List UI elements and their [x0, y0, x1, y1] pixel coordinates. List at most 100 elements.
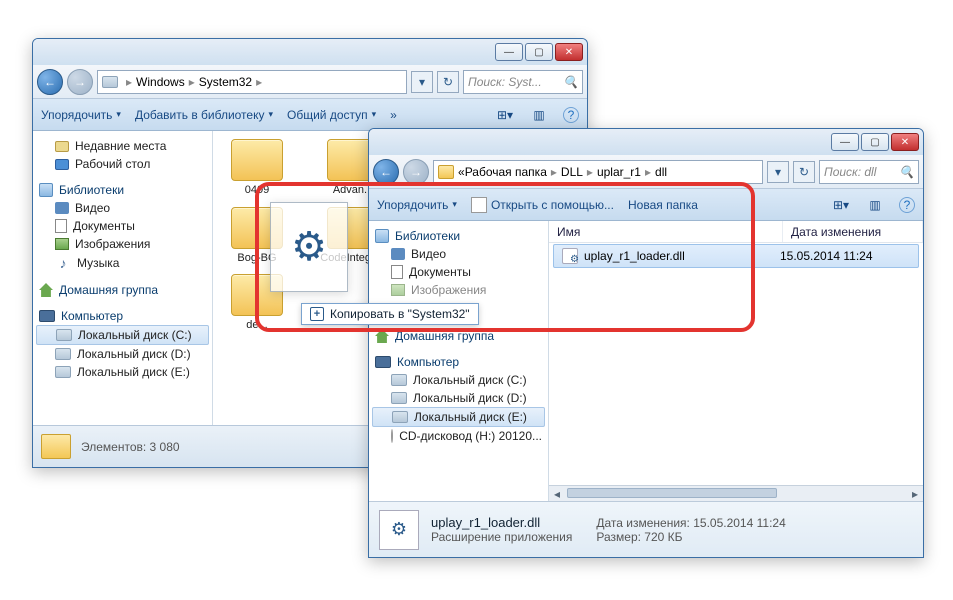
sidebar-group-homegroup[interactable]: Домашняя группа: [369, 327, 548, 345]
breadcrumb[interactable]: Рабочая папка: [465, 165, 547, 179]
share-button[interactable]: Общий доступ▾: [287, 108, 376, 122]
address-dropdown-button[interactable]: ▾: [411, 71, 433, 93]
details-date: 15.05.2014 11:24: [693, 516, 786, 530]
file-row[interactable]: uplay_r1_loader.dll 15.05.2014 11:24: [553, 244, 919, 268]
recent-icon: [55, 141, 69, 152]
open-with-icon: [471, 197, 487, 213]
organize-button[interactable]: Упорядочить▾: [41, 108, 121, 122]
cd-icon: [391, 429, 393, 443]
breadcrumb[interactable]: System32: [199, 75, 252, 89]
sidebar-item-music[interactable]: ♪Музыка: [33, 253, 212, 273]
details-type: Расширение приложения: [431, 530, 572, 544]
address-bar[interactable]: ▸ Windows ▸ System32 ▸: [97, 70, 407, 94]
view-mode-button[interactable]: ⊞▾: [495, 107, 515, 123]
window-close-button[interactable]: ✕: [555, 43, 583, 61]
nav-back-button[interactable]: ←: [373, 159, 399, 185]
nav-pane: Библиотеки Видео Документы Изображения ♪…: [369, 221, 549, 501]
sidebar-item-disk-d[interactable]: Локальный диск (D:): [369, 389, 548, 407]
sidebar-item-disk-c[interactable]: Локальный диск (C:): [36, 325, 209, 345]
help-button[interactable]: ?: [899, 197, 915, 213]
computer-icon: [375, 356, 391, 368]
folder-icon: [41, 434, 71, 459]
sidebar-item-pictures[interactable]: Изображения: [33, 235, 212, 253]
breadcrumb[interactable]: DLL: [561, 165, 583, 179]
sidebar-item-disk-e[interactable]: Локальный диск (E:): [33, 363, 212, 381]
nav-forward-button[interactable]: →: [403, 159, 429, 185]
chevron-down-icon: ▾: [372, 109, 377, 120]
refresh-button[interactable]: ↻: [793, 161, 815, 183]
video-icon: [55, 202, 69, 214]
column-date[interactable]: Дата изменения: [783, 221, 923, 242]
nav-back-button[interactable]: ←: [37, 69, 63, 95]
address-bar[interactable]: « Рабочая папка ▸ DLL ▸ uplar_r1 ▸ dll: [433, 160, 763, 184]
sidebar-group-homegroup[interactable]: Домашняя группа: [33, 281, 212, 299]
search-input[interactable]: Поиск: dll 🔍: [819, 160, 919, 184]
disk-icon: [55, 366, 71, 378]
new-folder-button[interactable]: Новая папка: [628, 198, 698, 212]
help-button[interactable]: ?: [563, 107, 579, 123]
chevron-down-icon: ▾: [452, 199, 457, 210]
document-icon: [55, 219, 67, 233]
drive-icon: [102, 76, 118, 88]
window-maximize-button[interactable]: ▢: [861, 133, 889, 151]
folder-item[interactable]: 0409: [221, 139, 293, 197]
sidebar-item-documents[interactable]: Документы: [369, 263, 548, 281]
sidebar-item-cd-drive[interactable]: CD-дисковод (H:) 20120...: [369, 427, 548, 445]
titlebar[interactable]: — ▢ ✕: [33, 39, 587, 65]
sidebar-group-libraries[interactable]: Библиотеки: [369, 227, 548, 245]
window-minimize-button[interactable]: —: [831, 133, 859, 151]
sidebar-group-computer[interactable]: Компьютер: [33, 307, 212, 325]
window-minimize-button[interactable]: —: [495, 43, 523, 61]
chevron-down-icon: ▾: [268, 109, 273, 120]
refresh-button[interactable]: ↻: [437, 71, 459, 93]
nav-forward-button[interactable]: →: [67, 69, 93, 95]
scrollbar-thumb[interactable]: [567, 488, 777, 498]
pictures-icon: [55, 238, 69, 250]
plus-icon: +: [310, 307, 324, 321]
details-size: 720 КБ: [644, 530, 682, 544]
open-with-button[interactable]: Открыть с помощью...: [471, 197, 614, 213]
preview-pane-button[interactable]: ▥: [529, 107, 549, 123]
address-dropdown-button[interactable]: ▾: [767, 161, 789, 183]
preview-pane-button[interactable]: ▥: [865, 197, 885, 213]
horizontal-scrollbar[interactable]: ◂ ▸: [549, 485, 923, 501]
drag-copy-tooltip: + Копировать в "System32": [301, 303, 479, 325]
sidebar-group-computer[interactable]: Компьютер: [369, 353, 548, 371]
sidebar-item-video[interactable]: Видео: [33, 199, 212, 217]
breadcrumb[interactable]: dll: [655, 165, 667, 179]
window-maximize-button[interactable]: ▢: [525, 43, 553, 61]
breadcrumb[interactable]: Windows: [136, 75, 185, 89]
overflow-button[interactable]: »: [390, 108, 397, 122]
document-icon: [391, 265, 403, 279]
toolbar: Упорядочить▾ Добавить в библиотеку▾ Общи…: [33, 99, 587, 131]
add-to-library-button[interactable]: Добавить в библиотеку▾: [135, 108, 273, 122]
column-name[interactable]: Имя: [549, 221, 783, 242]
content-pane[interactable]: Имя Дата изменения uplay_r1_loader.dll 1…: [549, 221, 923, 501]
sidebar-item-pictures[interactable]: Изображения: [369, 281, 548, 299]
sidebar-item-disk-e[interactable]: Локальный диск (E:): [372, 407, 545, 427]
libraries-icon: [39, 183, 53, 197]
nav-bar: ← → « Рабочая папка ▸ DLL ▸ uplar_r1 ▸ d…: [369, 155, 923, 189]
breadcrumb[interactable]: uplar_r1: [597, 165, 641, 179]
computer-icon: [39, 310, 55, 322]
window-close-button[interactable]: ✕: [891, 133, 919, 151]
video-icon: [391, 248, 405, 260]
disk-icon: [391, 374, 407, 386]
scroll-right-button[interactable]: ▸: [907, 486, 923, 501]
sidebar-item-disk-d[interactable]: Локальный диск (D:): [33, 345, 212, 363]
scroll-left-button[interactable]: ◂: [549, 486, 565, 501]
sidebar-item-video[interactable]: Видео: [369, 245, 548, 263]
sidebar-item-desktop[interactable]: Рабочий стол: [33, 155, 212, 173]
search-placeholder: Поиск: dll: [824, 165, 876, 179]
view-mode-button[interactable]: ⊞▾: [831, 197, 851, 213]
titlebar[interactable]: — ▢ ✕: [369, 129, 923, 155]
search-placeholder: Поиск: Syst...: [468, 75, 542, 89]
organize-button[interactable]: Упорядочить▾: [377, 198, 457, 212]
sidebar-item-recent[interactable]: Недавние места: [33, 137, 212, 155]
chevron-right-icon: ▸: [126, 75, 132, 89]
column-headers[interactable]: Имя Дата изменения: [549, 221, 923, 243]
sidebar-item-documents[interactable]: Документы: [33, 217, 212, 235]
search-input[interactable]: Поиск: Syst... 🔍: [463, 70, 583, 94]
sidebar-group-libraries[interactable]: Библиотеки: [33, 181, 212, 199]
sidebar-item-disk-c[interactable]: Локальный диск (C:): [369, 371, 548, 389]
